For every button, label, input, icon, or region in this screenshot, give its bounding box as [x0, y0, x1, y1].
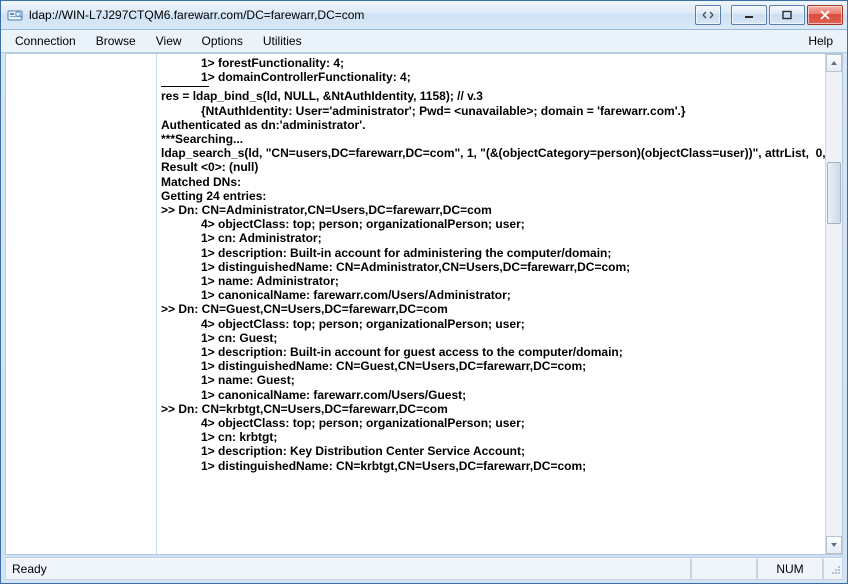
menu-help[interactable]: Help [798, 30, 843, 52]
output-line: 1> description: Built-in account for gue… [161, 345, 822, 359]
output-line: 1> cn: Administrator; [161, 231, 822, 245]
resize-grip[interactable] [823, 558, 843, 580]
output-line: Result <0>: (null) [161, 160, 822, 174]
output-line: 1> distinguishedName: CN=Guest,CN=Users,… [161, 359, 822, 373]
scroll-track[interactable] [826, 72, 842, 536]
close-button[interactable] [807, 5, 843, 25]
output-line: ***Searching... [161, 132, 822, 146]
status-caps [691, 558, 757, 580]
client-area: 1> forestFunctionality: 4; 1> domainCont… [5, 53, 843, 555]
output-line: 1> canonicalName: farewarr.com/Users/Gue… [161, 388, 822, 402]
scroll-down-button[interactable] [826, 536, 842, 554]
output-line: Authenticated as dn:'administrator'. [161, 118, 822, 132]
expand-button[interactable] [695, 5, 721, 25]
output-line: 1> cn: krbtgt; [161, 430, 822, 444]
output-line: >> Dn: CN=Guest,CN=Users,DC=farewarr,DC=… [161, 302, 822, 316]
status-num: NUM [757, 558, 823, 580]
scroll-up-button[interactable] [826, 54, 842, 72]
output-pane-container: 1> forestFunctionality: 4; 1> domainCont… [157, 54, 842, 554]
menu-bar: Connection Browse View Options Utilities… [1, 30, 847, 53]
output-line: 1> description: Key Distribution Center … [161, 444, 822, 458]
output-line: 1> name: Guest; [161, 373, 822, 387]
output-line: >> Dn: CN=Administrator,CN=Users,DC=fare… [161, 203, 822, 217]
output-line: res = ldap_bind_s(ld, NULL, &NtAuthIdent… [161, 89, 822, 103]
minimize-button[interactable] [731, 5, 767, 25]
output-line: 1> canonicalName: farewarr.com/Users/Adm… [161, 288, 822, 302]
output-line: >> Dn: CN=krbtgt,CN=Users,DC=farewarr,DC… [161, 402, 822, 416]
output-line: 1> forestFunctionality: 4; [161, 56, 822, 70]
output-line: 1> distinguishedName: CN=krbtgt,CN=Users… [161, 459, 822, 473]
output-line: 1> distinguishedName: CN=Administrator,C… [161, 260, 822, 274]
menu-view[interactable]: View [146, 30, 192, 52]
output-line: 4> objectClass: top; person; organizatio… [161, 416, 822, 430]
vertical-scrollbar[interactable] [825, 54, 842, 554]
title-bar: ldap://WIN-L7J297CTQM6.farewarr.com/DC=f… [1, 1, 847, 30]
tree-pane[interactable] [6, 54, 157, 554]
output-line: 1> domainControllerFunctionality: 4; [161, 70, 822, 84]
output-line: 4> objectClass: top; person; organizatio… [161, 217, 822, 231]
output-line: 1> description: Built-in account for adm… [161, 246, 822, 260]
output-separator [161, 86, 209, 87]
output-line: 4> objectClass: top; person; organizatio… [161, 317, 822, 331]
output-pane[interactable]: 1> forestFunctionality: 4; 1> domainCont… [157, 54, 826, 554]
status-bar: Ready NUM [5, 557, 843, 580]
app-icon [7, 7, 23, 23]
status-ready: Ready [5, 558, 691, 580]
menu-utilities[interactable]: Utilities [253, 30, 312, 52]
menu-options[interactable]: Options [192, 30, 253, 52]
window-title: ldap://WIN-L7J297CTQM6.farewarr.com/DC=f… [29, 8, 695, 22]
output-line: Matched DNs: [161, 175, 822, 189]
menu-browse[interactable]: Browse [86, 30, 146, 52]
output-line: ldap_search_s(ld, "CN=users,DC=farewarr,… [161, 146, 822, 160]
scroll-thumb[interactable] [827, 162, 841, 224]
output-line: Getting 24 entries: [161, 189, 822, 203]
output-line: 1> cn: Guest; [161, 331, 822, 345]
app-window: ldap://WIN-L7J297CTQM6.farewarr.com/DC=f… [0, 0, 848, 584]
maximize-button[interactable] [769, 5, 805, 25]
output-line: 1> name: Administrator; [161, 274, 822, 288]
output-line: {NtAuthIdentity: User='administrator'; P… [161, 104, 822, 118]
menu-connection[interactable]: Connection [5, 30, 86, 52]
